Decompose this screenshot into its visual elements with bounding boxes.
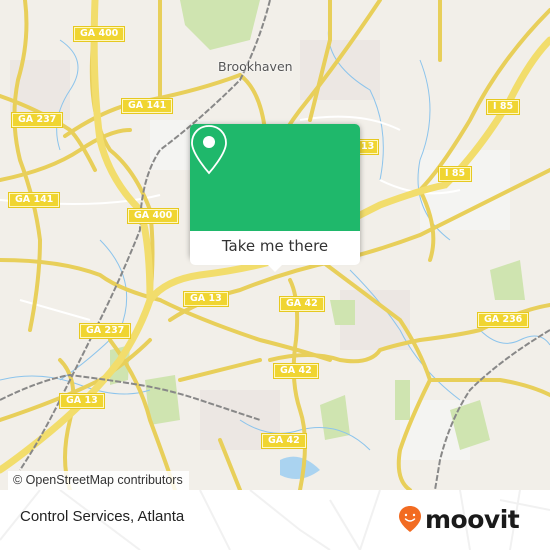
location-pin-icon bbox=[191, 125, 227, 175]
road-shield-ga42: GA 42 bbox=[274, 364, 318, 378]
map[interactable]: Brookhaven GA 400 GA 141 GA 237 GA 141 G… bbox=[0, 0, 550, 490]
road-shield-ga237: GA 237 bbox=[80, 324, 131, 338]
take-me-there-button[interactable]: Take me there bbox=[190, 231, 360, 265]
road-shield-ga13: GA 13 bbox=[184, 292, 228, 306]
moovit-wordmark: moovit bbox=[425, 504, 520, 534]
location-title: Control Services, Atlanta bbox=[20, 508, 185, 525]
popup-header bbox=[190, 124, 360, 231]
road-shield-ga237: GA 237 bbox=[12, 113, 63, 127]
road-shield-ga236: GA 236 bbox=[478, 313, 529, 327]
location-popup: Take me there bbox=[190, 124, 360, 272]
road-shield-ga141: GA 141 bbox=[9, 193, 60, 207]
road-shield-ga13: GA 13 bbox=[60, 394, 104, 408]
road-shield-i85: I 85 bbox=[439, 167, 472, 181]
road-shield-i85: I 85 bbox=[487, 100, 520, 114]
road-shield-ga42: GA 42 bbox=[262, 434, 306, 448]
popup-pointer bbox=[265, 262, 285, 272]
moovit-pin-icon bbox=[399, 506, 421, 532]
road-shield-ga400: GA 400 bbox=[128, 209, 179, 223]
road-shield-ga141: GA 141 bbox=[122, 99, 173, 113]
road-shield-ga42: GA 42 bbox=[280, 297, 324, 311]
place-label-brookhaven: Brookhaven bbox=[218, 59, 293, 74]
footer: Control Services, Atlanta moovit bbox=[0, 490, 550, 550]
moovit-logo[interactable]: moovit bbox=[398, 500, 520, 538]
road-shield-ga13: 13 bbox=[357, 140, 379, 154]
road-shield-ga400: GA 400 bbox=[74, 27, 125, 41]
map-attribution[interactable]: © OpenStreetMap contributors bbox=[8, 471, 189, 490]
